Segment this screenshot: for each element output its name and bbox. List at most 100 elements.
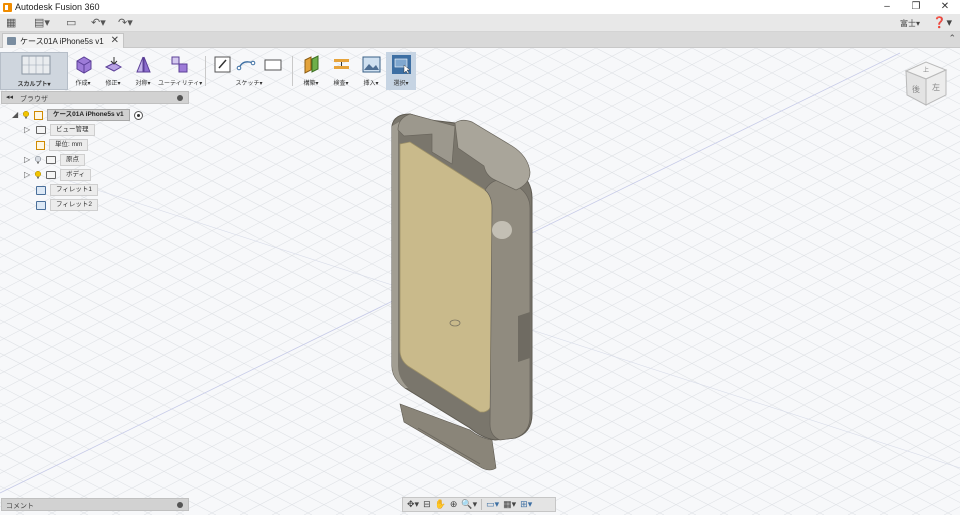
inspect-label: 検査▾ (333, 81, 349, 87)
window-title: Autodesk Fusion 360 (15, 2, 100, 12)
construct-menu[interactable]: 構築▾ (296, 52, 326, 90)
browser-item-label: 単位: mm (49, 139, 89, 151)
navbar-separator (481, 499, 483, 510)
select-label: 選択▾ (393, 81, 409, 87)
restore-button[interactable]: ❐ (902, 0, 930, 14)
utilities-label: ユーティリティ▾ (158, 81, 203, 87)
look-at-icon[interactable]: ⊟ (423, 498, 431, 511)
utilities-icon (171, 56, 188, 73)
minimize-button[interactable]: – (873, 0, 901, 14)
fillet-feature-icon (36, 185, 46, 195)
browser-panel-header[interactable]: ◂◂ ブラウザ (1, 91, 189, 104)
save-button[interactable]: ▭ (66, 17, 76, 29)
browser-item-label: ボディ (60, 169, 92, 181)
sketch-label: スケッチ▾ (235, 81, 263, 87)
close-window-button[interactable]: ✕ (931, 0, 959, 14)
collapse-browser-icon[interactable]: ◂◂ (6, 93, 13, 101)
insert-menu[interactable]: 挿入▾ (356, 52, 386, 90)
zoom-icon[interactable]: 🔍▾ (461, 498, 477, 511)
modify-icon (104, 57, 123, 72)
ground-grid (0, 48, 960, 515)
sculpt-workspace-icon (21, 55, 51, 75)
browser-item-fillet2[interactable]: フィレット2 (24, 199, 98, 211)
pin-icon[interactable] (177, 502, 183, 508)
document-tab-bar: ケース01A iPhone5s v1 ✕ ⌃ (0, 32, 960, 48)
expand-triangle-icon[interactable]: ▷ (24, 124, 32, 136)
account-menu[interactable]: 富士▾ (900, 18, 920, 29)
grid-settings-icon[interactable]: ▦▾ (503, 498, 516, 511)
create-label: 作成▾ (75, 81, 91, 87)
folder-icon (46, 171, 56, 179)
redo-button[interactable]: ↷▾ (118, 17, 133, 29)
expand-triangle-icon[interactable]: ◢ (12, 109, 20, 121)
document-tab-label: ケース01A iPhone5s v1 (20, 36, 104, 46)
visibility-bulb-icon[interactable] (34, 171, 42, 179)
construct-plane-icon (304, 55, 319, 74)
browser-root-node[interactable]: ◢ ケース01A iPhone5s v1 (12, 109, 143, 121)
view-cube-front-label: 後 (912, 84, 920, 94)
quick-access-toolbar: ▦ ▤▾ ▭ ↶▾ ↷▾ 富士▾ ❓▾ (0, 14, 960, 32)
browser-item-label: ビュー管理 (50, 124, 95, 136)
expand-triangle-icon[interactable]: ▷ (24, 154, 32, 166)
symmetry-icon (136, 56, 151, 73)
close-tab-icon[interactable]: ✕ (111, 35, 119, 46)
utilities-menu[interactable]: ユーティリティ▾ (158, 52, 202, 90)
browser-title: ブラウザ (20, 96, 48, 103)
browser-root-label: ケース01A iPhone5s v1 (47, 109, 130, 121)
navigation-bar: ✥▾ ⊟ ✋ ⊕ 🔍▾ ▭▾ ▦▾ ⊞▾ (402, 497, 556, 512)
inspect-menu[interactable]: 検査▾ (326, 52, 356, 90)
visibility-bulb-icon[interactable] (34, 156, 42, 164)
data-panel-grid-icon[interactable]: ▦ (6, 17, 16, 29)
main-toolbar: スカルプト▾ 作成▾ 修正▾ 対称▾ ユーティリティ▾ スケッチ▾ 構築▾ 検査… (0, 52, 416, 90)
cube-icon (76, 56, 92, 74)
browser-item-label: 原点 (60, 154, 85, 166)
toolbar-separator (205, 56, 206, 86)
fillet-feature-icon (36, 200, 46, 210)
viewports-icon[interactable]: ⊞▾ (520, 498, 532, 511)
comments-label: コメント (6, 503, 34, 510)
browser-item-label: フィレット1 (50, 184, 98, 196)
expand-triangle-icon[interactable]: ▷ (24, 169, 32, 181)
component-icon (34, 110, 43, 120)
modify-label: 修正▾ (105, 81, 121, 87)
view-cube-top-label: 上 (923, 66, 929, 74)
construct-label: 構築▾ (303, 81, 319, 87)
file-menu-button[interactable]: ▤▾ (34, 17, 50, 29)
zoom-window-icon[interactable]: ⊕ (450, 498, 458, 511)
browser-item-view-manager[interactable]: ▷ ビュー管理 (24, 124, 95, 136)
browser-item-bodies[interactable]: ▷ ボディ (24, 169, 92, 181)
sketch-menu[interactable]: スケッチ▾ (209, 52, 289, 90)
help-menu[interactable]: ❓▾ (933, 16, 952, 29)
browser-item-origin[interactable]: ▷ 原点 (24, 154, 85, 166)
browser-item-units[interactable]: 単位: mm (24, 139, 89, 151)
workspace-selector[interactable]: スカルプト▾ (0, 52, 68, 90)
browser-item-fillet1[interactable]: フィレット1 (24, 184, 98, 196)
folder-icon (36, 126, 46, 134)
orbit-icon[interactable]: ✥▾ (407, 498, 419, 511)
phone-case-body[interactable] (391, 113, 533, 471)
folder-icon (46, 156, 56, 164)
select-icon (392, 55, 411, 74)
pin-icon[interactable] (177, 95, 183, 101)
workspace-label: スカルプト▾ (17, 82, 51, 88)
tab-overflow-icon[interactable]: ⌃ (948, 33, 956, 44)
fusion-app-icon (3, 2, 12, 12)
corner-highlight (492, 221, 512, 239)
display-settings-icon[interactable]: ▭▾ (486, 498, 499, 511)
document-tab[interactable]: ケース01A iPhone5s v1 ✕ (2, 33, 124, 48)
insert-image-icon (362, 56, 381, 73)
pan-icon[interactable]: ✋ (435, 498, 446, 511)
modify-menu[interactable]: 修正▾ (98, 52, 128, 90)
view-cube[interactable]: 上 後 左 (896, 57, 954, 115)
create-menu[interactable]: 作成▾ (68, 52, 98, 90)
symmetry-menu[interactable]: 対称▾ (128, 52, 158, 90)
comments-panel[interactable]: コメント (1, 498, 189, 511)
document-settings-icon (36, 140, 45, 150)
activate-component-icon[interactable] (133, 110, 143, 120)
document-icon (7, 37, 16, 45)
measure-icon (334, 59, 349, 69)
select-menu[interactable]: 選択▾ (386, 52, 416, 90)
undo-button[interactable]: ↶▾ (91, 17, 106, 29)
canvas-viewport[interactable] (0, 48, 960, 515)
visibility-bulb-icon[interactable] (22, 111, 30, 119)
